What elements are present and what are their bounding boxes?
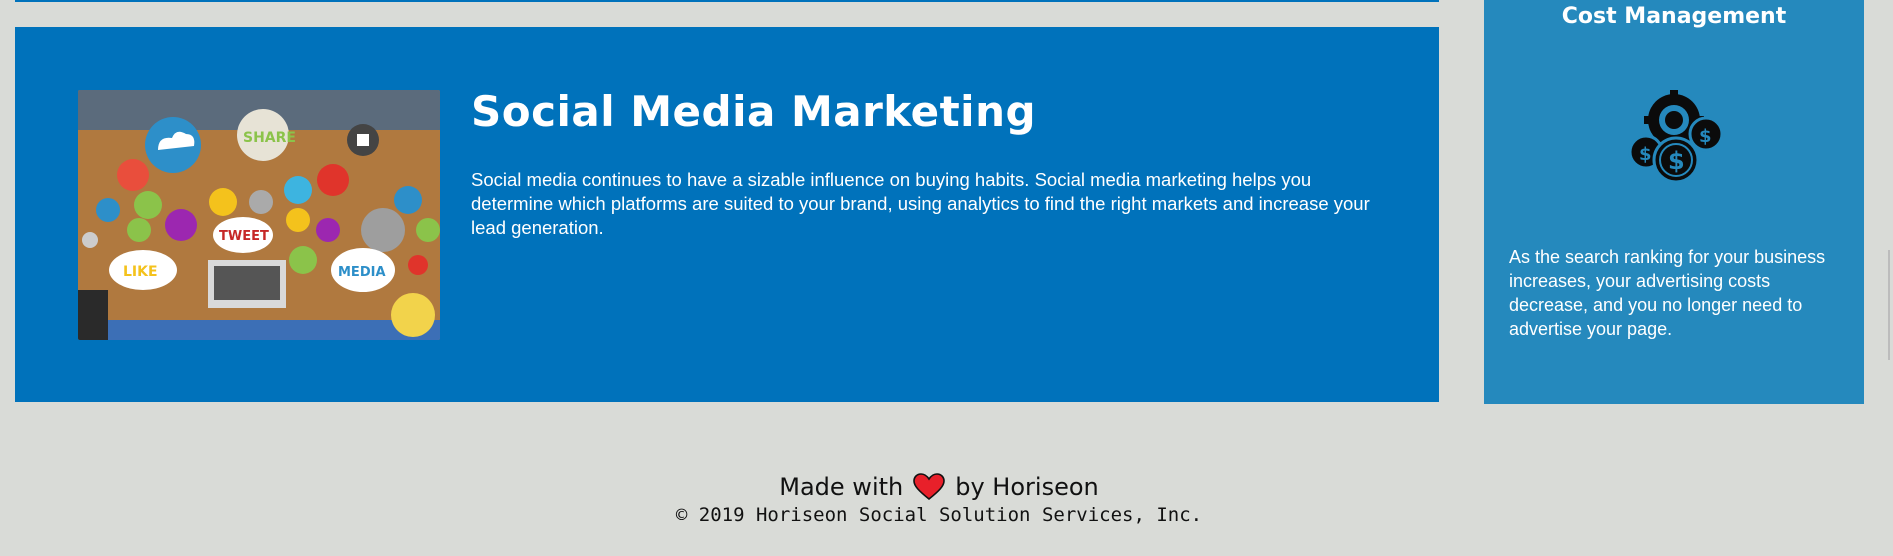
share-bubble-label: SHARE (243, 130, 296, 146)
like-bubble-label: LIKE (123, 264, 158, 280)
article-title: Social Media Marketing (471, 87, 1037, 136)
svg-text:$: $ (1699, 126, 1712, 147)
svg-text:$: $ (1639, 144, 1652, 165)
made-with-line: Made with by Horiseon (0, 472, 1878, 502)
cost-management-icon: $ $ $ (1628, 90, 1724, 184)
previous-section-edge (15, 0, 1439, 2)
heart-icon (913, 473, 946, 501)
social-media-marketing-section: SHARE TWEET LIKE MEDIA Social Media Mark… (15, 27, 1439, 402)
article-text: Social media continues to have a sizable… (471, 169, 1370, 238)
made-with-suffix: by Horiseon (955, 473, 1099, 501)
sidebar-title: Cost Management (1561, 4, 1787, 29)
copyright-text: © 2019 Horiseon Social Solution Services… (675, 504, 1203, 526)
tweet-bubble-label: TWEET (219, 229, 269, 244)
sidebar-text: As the search ranking for your business … (1509, 247, 1826, 339)
page-scrollbar[interactable] (1888, 250, 1890, 360)
svg-text:$: $ (1668, 147, 1685, 175)
made-with-prefix: Made with (779, 473, 904, 501)
social-media-image: SHARE TWEET LIKE MEDIA (78, 90, 440, 340)
cost-management-card: Cost Management $ $ $ As the search rank… (1484, 0, 1864, 404)
media-bubble-label: MEDIA (338, 265, 386, 280)
page-footer: Made with by Horiseon © 2019 Horiseon So… (0, 472, 1878, 527)
